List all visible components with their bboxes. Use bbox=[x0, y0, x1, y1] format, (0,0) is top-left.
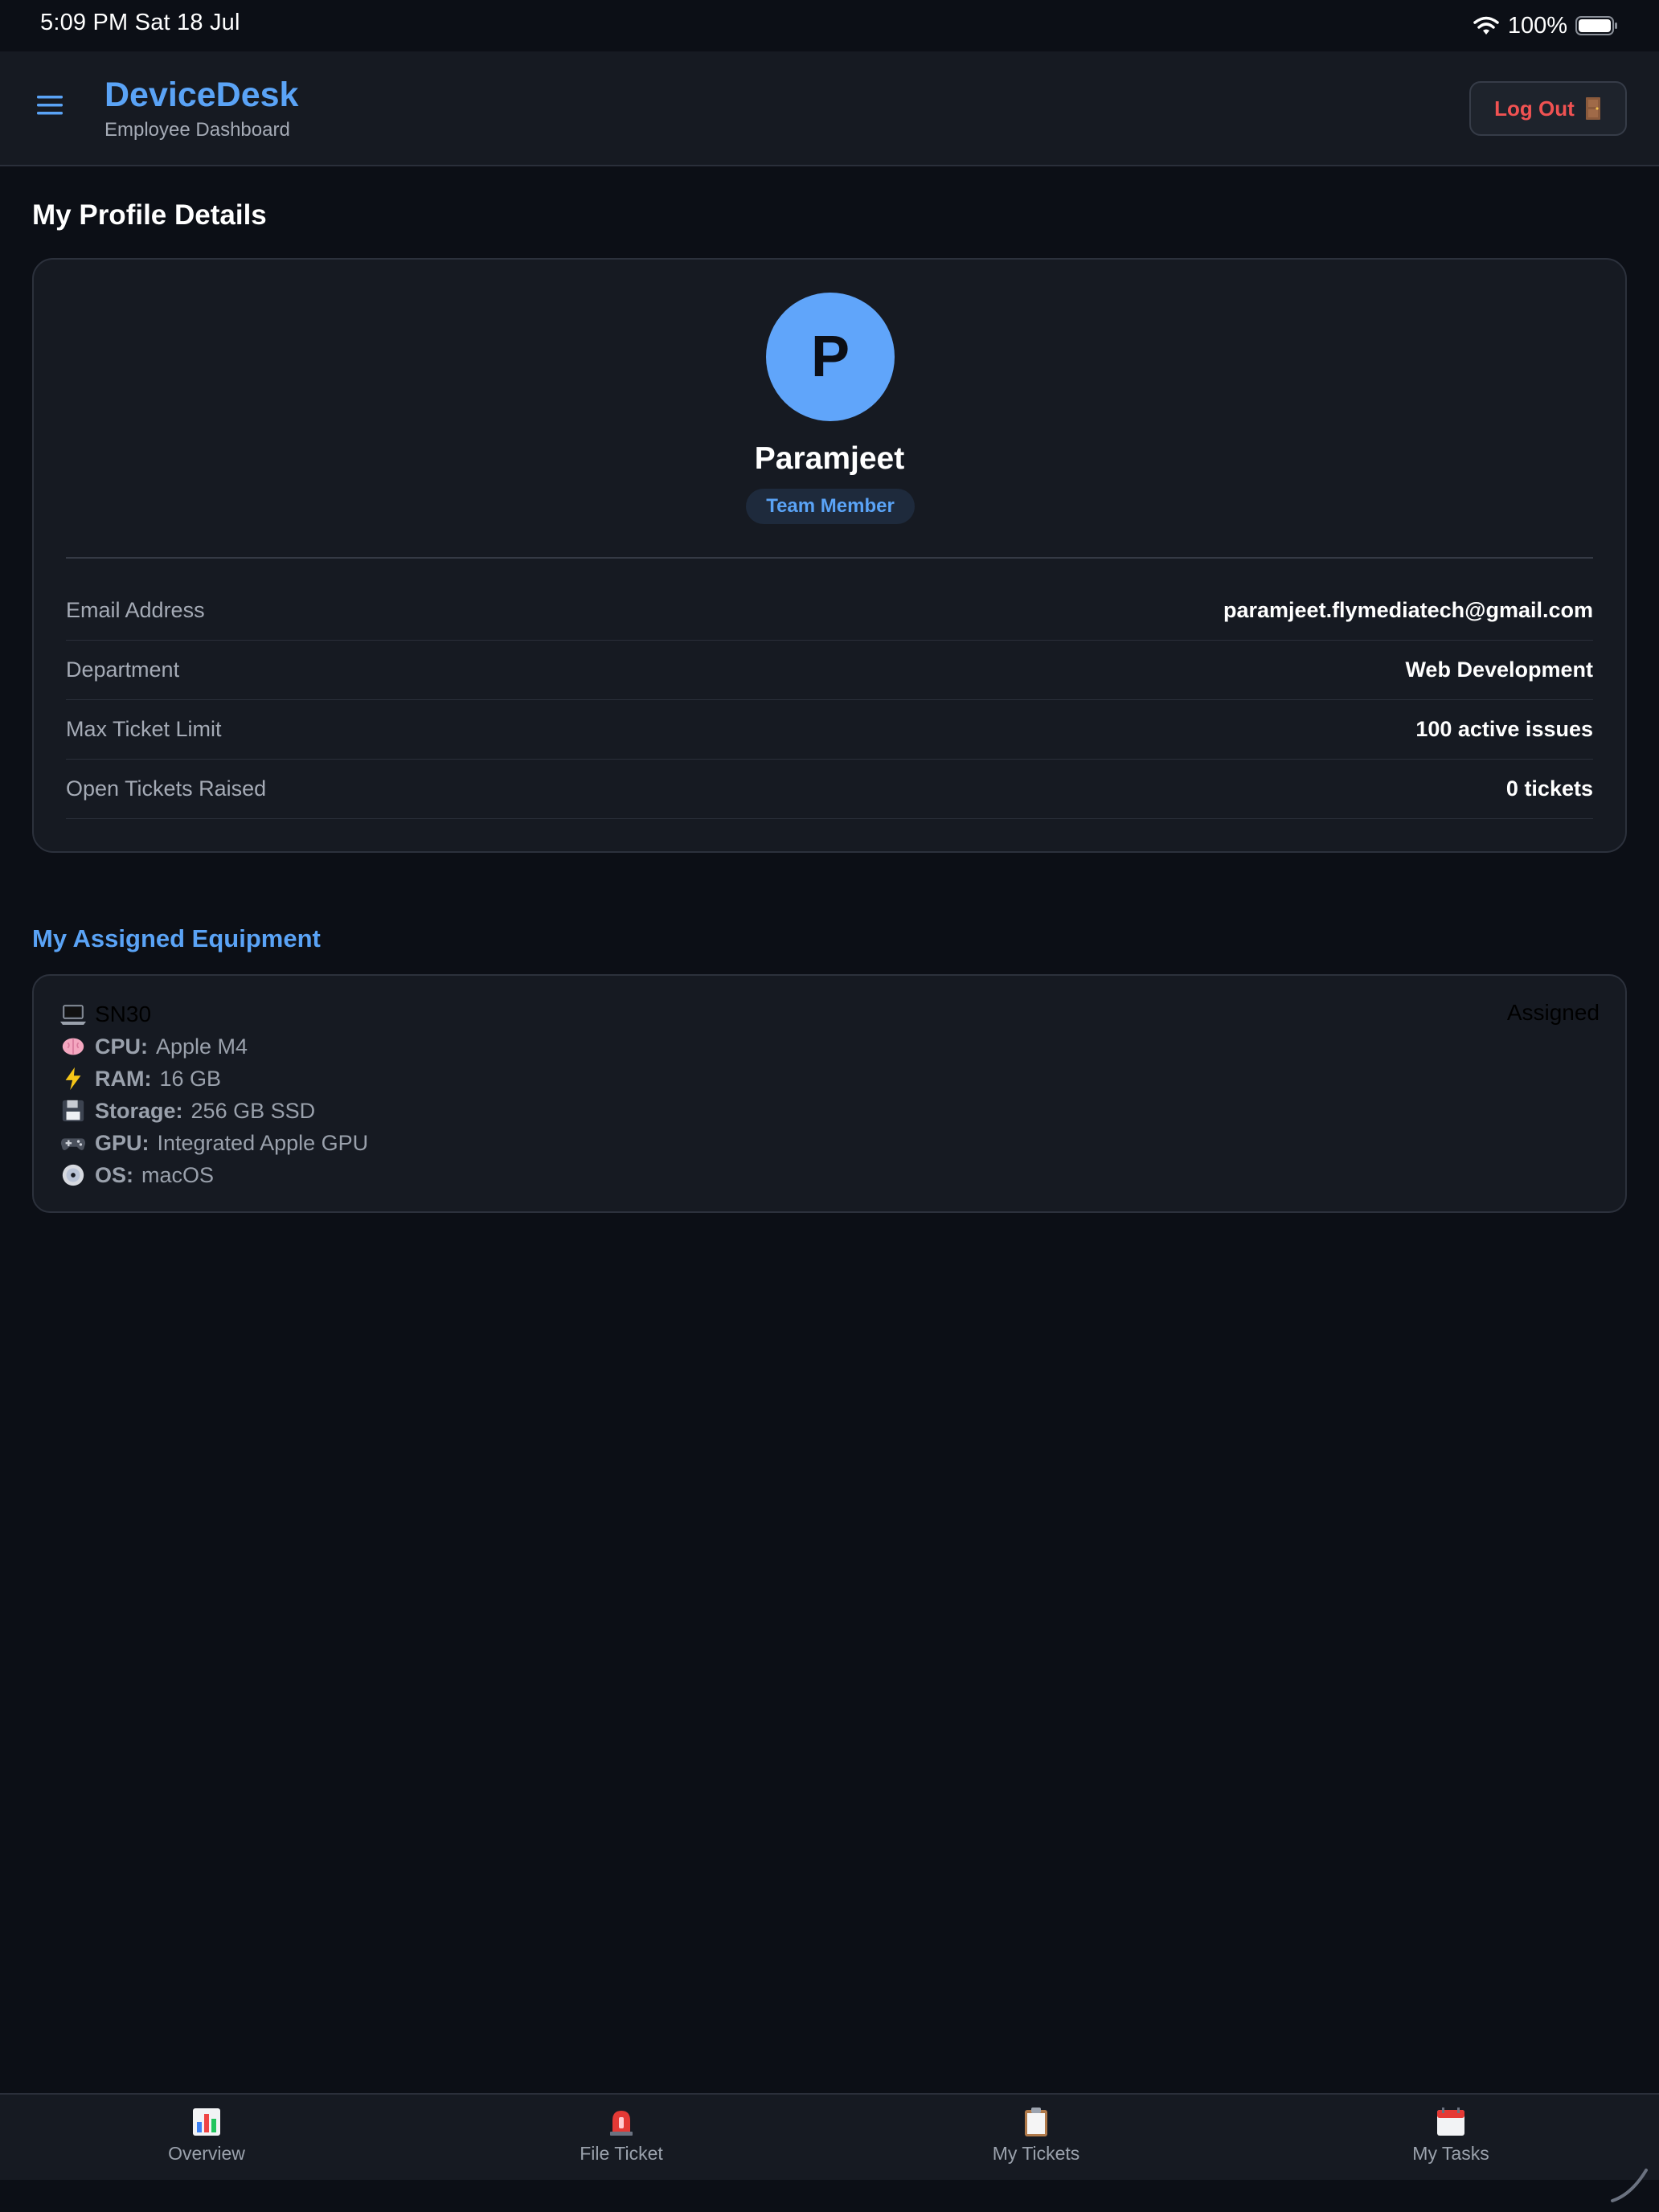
spec-cpu: CPU: Apple M4 bbox=[59, 1030, 248, 1063]
detail-row-department: Department Web Development bbox=[66, 641, 1593, 700]
wifi-icon bbox=[1473, 16, 1499, 35]
detail-label: Max Ticket Limit bbox=[66, 717, 222, 741]
nav-my-tickets[interactable]: My Tickets bbox=[940, 2106, 1133, 2173]
app-header: DeviceDesk Employee Dashboard Log Out bbox=[0, 51, 1659, 166]
disc-icon bbox=[59, 1161, 87, 1189]
lightning-icon bbox=[59, 1065, 87, 1092]
app-subtitle: Employee Dashboard bbox=[104, 119, 290, 141]
battery-icon bbox=[1575, 16, 1617, 35]
nav-my-tasks[interactable]: My Tasks bbox=[1354, 2106, 1547, 2173]
bar-chart-icon bbox=[193, 2108, 220, 2136]
profile-section-title: My Profile Details bbox=[32, 199, 267, 231]
spec-key: CPU: bbox=[95, 1034, 148, 1059]
bottom-nav: Overview File Ticket My Tickets My Tasks bbox=[0, 2093, 1659, 2180]
spec-value: 256 GB SSD bbox=[190, 1098, 316, 1123]
detail-value: 100 active issues bbox=[1415, 717, 1593, 741]
spec-value: macOS bbox=[141, 1162, 215, 1187]
detail-label: Department bbox=[66, 657, 180, 682]
floppy-disk-icon bbox=[59, 1097, 87, 1124]
spec-value: Apple M4 bbox=[156, 1034, 248, 1059]
detail-label: Email Address bbox=[66, 598, 205, 622]
equipment-status: Assigned bbox=[1506, 1000, 1600, 1025]
door-icon bbox=[1585, 97, 1600, 120]
battery-percent: 100% bbox=[1507, 12, 1567, 39]
spec-value: 16 GB bbox=[159, 1066, 222, 1091]
laptop-icon bbox=[59, 1001, 87, 1028]
spec-os: OS: macOS bbox=[59, 1159, 214, 1191]
logout-button[interactable]: Log Out bbox=[1469, 81, 1627, 136]
brain-icon bbox=[59, 1033, 87, 1060]
spec-gpu: GPU: Integrated Apple GPU bbox=[59, 1127, 368, 1159]
nav-label: My Tasks bbox=[1412, 2143, 1489, 2164]
nav-overview[interactable]: Overview bbox=[110, 2106, 303, 2173]
spec-key: GPU: bbox=[95, 1130, 150, 1155]
spec-ram: RAM: 16 GB bbox=[59, 1063, 221, 1095]
nav-label: File Ticket bbox=[580, 2143, 663, 2164]
hamburger-menu-icon[interactable] bbox=[35, 93, 64, 117]
clipboard-icon bbox=[1025, 2108, 1047, 2136]
game-controller-icon bbox=[59, 1129, 87, 1157]
spec-key: OS: bbox=[95, 1162, 134, 1187]
role-label: Team Member bbox=[766, 495, 895, 517]
equipment-serial-line: SN30 bbox=[59, 998, 151, 1030]
detail-value: paramjeet.flymediatech@gmail.com bbox=[1223, 598, 1593, 622]
role-badge: Team Member bbox=[746, 489, 915, 524]
logout-label: Log Out bbox=[1494, 96, 1575, 121]
status-bar: 5:09 PM Sat 18 Jul 100% bbox=[0, 0, 1659, 51]
resize-handle-icon bbox=[1611, 2169, 1648, 2202]
equipment-serial: SN30 bbox=[95, 1002, 152, 1026]
detail-row-ticket-limit: Max Ticket Limit 100 active issues bbox=[66, 700, 1593, 760]
nav-label: Overview bbox=[168, 2143, 245, 2164]
divider bbox=[66, 557, 1593, 559]
nav-label: My Tickets bbox=[992, 2143, 1080, 2164]
siren-icon bbox=[610, 2111, 633, 2136]
detail-label: Open Tickets Raised bbox=[66, 776, 267, 801]
profile-name: Paramjeet bbox=[754, 441, 905, 476]
detail-row-open-tickets: Open Tickets Raised 0 tickets bbox=[66, 760, 1593, 819]
spec-key: Storage: bbox=[95, 1098, 183, 1123]
spec-key: RAM: bbox=[95, 1066, 152, 1091]
avatar: P bbox=[766, 293, 895, 421]
avatar-initial: P bbox=[810, 325, 850, 389]
profile-card: P Paramjeet Team Member Email Address pa… bbox=[32, 258, 1627, 853]
spec-value: Integrated Apple GPU bbox=[157, 1130, 369, 1155]
status-time: 5:09 PM Sat 18 Jul bbox=[40, 10, 240, 35]
calendar-icon bbox=[1437, 2108, 1464, 2136]
equipment-card[interactable]: SN30 Assigned CPU: Apple M4 RAM: 16 GB S… bbox=[32, 974, 1627, 1213]
detail-value: 0 tickets bbox=[1505, 776, 1593, 801]
detail-value: Web Development bbox=[1405, 657, 1593, 682]
status-indicators: 100% bbox=[1473, 10, 1619, 42]
detail-row-email: Email Address paramjeet.flymediatech@gma… bbox=[66, 581, 1593, 641]
app-title: DeviceDesk bbox=[104, 76, 299, 114]
nav-file-ticket[interactable]: File Ticket bbox=[525, 2106, 718, 2173]
equipment-section-title: My Assigned Equipment bbox=[32, 924, 321, 952]
spec-storage: Storage: 256 GB SSD bbox=[59, 1095, 315, 1127]
